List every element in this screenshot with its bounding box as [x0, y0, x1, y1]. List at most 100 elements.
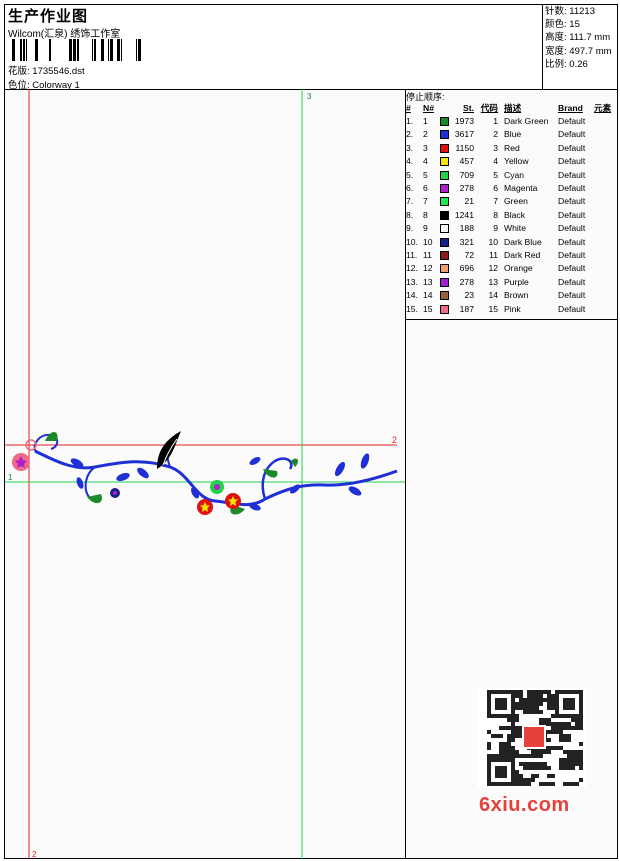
row-stitches: 1241 — [454, 209, 474, 220]
row-stitches: 321 — [459, 236, 474, 247]
table-row: 5. 5 709 5 Cyan Default — [405, 169, 617, 182]
design-file-line: 花版: 1735546.dst — [8, 63, 85, 77]
color-swatch — [440, 184, 449, 193]
row-brand: Default — [558, 129, 586, 140]
design-canvas[interactable]: 3 2 1 2 — [5, 89, 406, 859]
guide-marker-1: 1 — [8, 473, 13, 482]
color-swatch — [440, 210, 449, 220]
row-index: 3. — [406, 142, 414, 153]
row-number: 12 — [423, 263, 433, 274]
header-stitches: St. — [463, 103, 474, 113]
row-number: 13 — [423, 276, 433, 287]
color-swatch — [440, 291, 449, 301]
color-swatch — [440, 224, 449, 234]
row-description: Magenta — [504, 183, 538, 193]
row-stitches: 278 — [459, 183, 474, 193]
row-code: 4 — [493, 156, 498, 167]
row-description: Pink — [504, 303, 521, 314]
row-brand: Default — [558, 236, 586, 247]
table-row: 10. 10 321 10 Dark Blue Default — [405, 236, 617, 249]
color-swatch — [440, 304, 449, 314]
color-swatch — [440, 157, 449, 167]
row-description: Dark Red — [504, 250, 541, 260]
row-number: 6 — [423, 183, 428, 193]
row-code: 11 — [489, 250, 498, 260]
row-number: 5 — [423, 169, 428, 180]
embroidery-preview: 3 2 1 2 — [5, 89, 405, 859]
color-swatch — [440, 251, 449, 260]
table-row: 2. 2 3617 2 Blue Default — [405, 128, 617, 141]
row-description: Brown — [504, 290, 529, 301]
header-element: 元素 — [594, 103, 612, 113]
row-index: 12. — [406, 263, 418, 274]
row-index: 11. — [406, 250, 418, 260]
design-label: 花版: — [8, 66, 30, 77]
row-code: 14 — [488, 290, 498, 301]
row-brand: Default — [558, 116, 586, 126]
row-brand: Default — [558, 223, 586, 234]
row-brand: Default — [558, 156, 586, 167]
row-code: 2 — [493, 129, 498, 140]
row-index: 7. — [406, 196, 414, 207]
row-code: 1 — [493, 116, 498, 126]
header-code: 代码 — [480, 103, 498, 113]
row-description: White — [504, 223, 526, 234]
table-row: 7. 7 21 7 Green Default — [405, 195, 617, 208]
color-swatch — [440, 277, 449, 287]
row-index: 14. — [406, 290, 418, 301]
row-index: 10. — [406, 236, 418, 247]
color-swatch — [440, 143, 449, 153]
color-swatch — [440, 264, 449, 274]
row-number: 10 — [423, 236, 433, 247]
row-index: 13. — [406, 276, 418, 287]
row-number: 9 — [423, 223, 428, 234]
row-number: 8 — [423, 209, 428, 220]
table-row: 6. 6 278 6 Magenta Default — [405, 182, 617, 195]
row-description: Purple — [504, 276, 529, 287]
row-code: 12 — [488, 263, 498, 274]
table-row: 4. 4 457 4 Yellow Default — [405, 155, 617, 168]
row-description: Red — [504, 142, 520, 153]
row-code: 7 — [493, 196, 498, 207]
row-number: 14 — [423, 290, 433, 301]
barcode-icon — [12, 39, 141, 61]
row-number: 2 — [423, 129, 428, 140]
table-row: 13. 13 278 13 Purple Default — [405, 276, 617, 289]
row-code: 5 — [493, 169, 498, 180]
row-brand: Default — [558, 250, 586, 260]
qr-code-icon — [477, 688, 587, 788]
production-worksheet: 生产作业图 Wilcom(汇泉) 绣饰工作室 花版: 1735546.dst 色… — [4, 4, 618, 859]
row-index: 8. — [406, 209, 414, 220]
color-swatch — [440, 117, 449, 126]
row-number: 11 — [423, 250, 432, 260]
row-description: Cyan — [504, 169, 525, 180]
row-code: 15 — [488, 303, 498, 314]
table-row: 9. 9 188 9 White Default — [405, 222, 617, 235]
row-code: 6 — [493, 183, 498, 193]
table-row: 3. 3 1150 3 Red Default — [405, 142, 617, 155]
row-number: 3 — [423, 142, 428, 153]
table-row: 11. 11 72 11 Dark Red Default — [405, 249, 617, 262]
row-stitches: 21 — [464, 196, 474, 207]
row-code: 3 — [493, 142, 498, 153]
row-stitches: 72 — [464, 250, 474, 260]
design-value: 1735546.dst — [32, 66, 85, 77]
stat-colors: 颜色: 15 — [545, 19, 580, 31]
row-stitches: 23 — [464, 290, 474, 301]
row-number: 7 — [423, 196, 428, 207]
row-description: Yellow — [504, 156, 529, 167]
row-brand: Default — [558, 209, 586, 220]
row-index: 4. — [406, 156, 414, 167]
row-number: 1 — [423, 116, 428, 126]
color-swatch — [440, 170, 449, 180]
row-index: 5. — [406, 169, 414, 180]
row-stitches: 187 — [459, 303, 474, 314]
row-brand: Default — [558, 142, 586, 153]
row-stitches: 696 — [459, 263, 474, 274]
worksheet-header: 生产作业图 Wilcom(汇泉) 绣饰工作室 花版: 1735546.dst 色… — [5, 5, 617, 91]
row-stitches: 457 — [459, 156, 474, 167]
row-index: 6. — [406, 183, 414, 193]
guide-marker-3: 3 — [307, 92, 312, 101]
table-divider — [405, 319, 617, 320]
row-description: Green — [504, 196, 528, 207]
